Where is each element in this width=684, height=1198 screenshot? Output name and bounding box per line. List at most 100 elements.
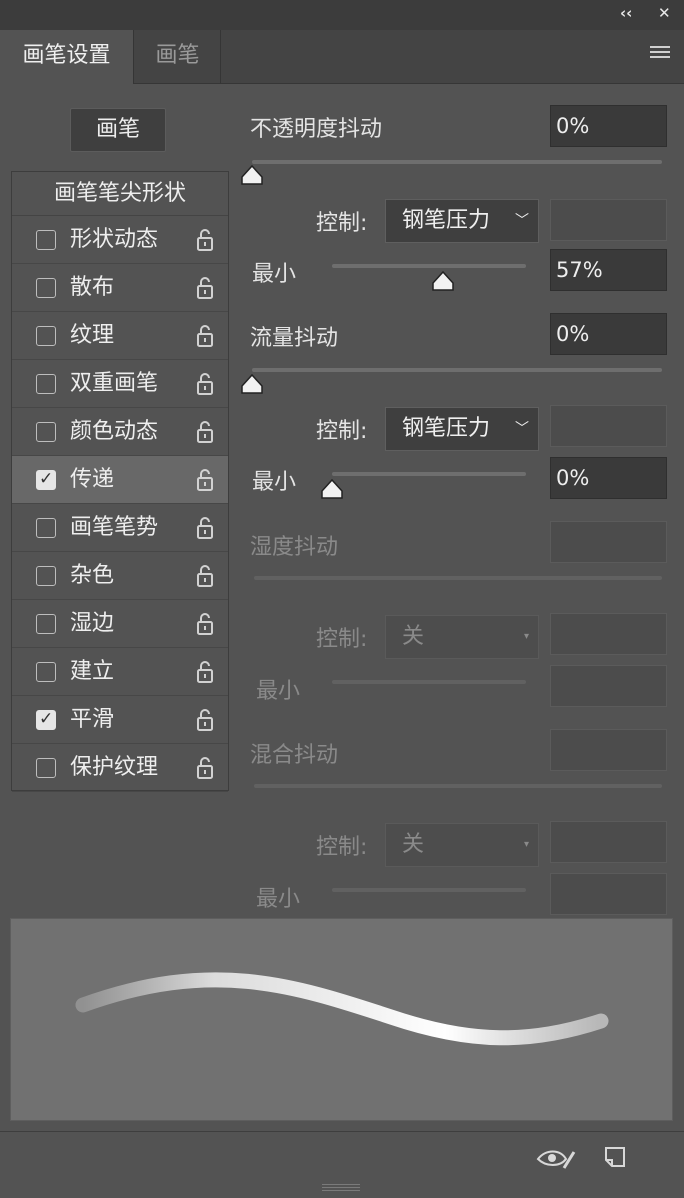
sidebar-item-checkbox[interactable] [36,326,56,346]
toggle-preview-eye-icon[interactable] [536,1146,576,1172]
brush-stroke-preview-image [75,972,609,1046]
flow-jitter-input[interactable]: 0% [550,313,667,355]
sidebar-item-checkbox[interactable]: ✓ [36,709,56,730]
mix-min-input [550,873,667,915]
sidebar-item-label: 湿边 [70,611,115,636]
flow-control-label: 控制: [316,419,368,444]
close-panel-icon[interactable]: ✕ [658,4,671,22]
sidebar-item[interactable]: 形状动态 [12,216,228,264]
sidebar-item-label: 保护纹理 [70,755,159,780]
lock-icon[interactable] [196,420,214,444]
panel-menu-icon[interactable] [650,46,670,60]
chevron-down-icon: ▾ [523,631,529,642]
panel-resize-grip[interactable] [322,1184,360,1192]
opacity-min-slider-track[interactable] [332,264,526,268]
opacity-control-label: 控制: [316,211,368,236]
wetness-control-extra-field [550,613,667,655]
checkmark-icon: ✓ [39,709,54,729]
sidebar-item[interactable]: 保护纹理 [12,744,228,792]
brush-settings-sidebar: 画笔笔尖形状 形状动态 散布纹理双重画笔 颜色动态 ✓ 传递画笔笔势杂色湿边建立 ✓ 平滑保… [11,171,229,792]
sidebar-item[interactable]: 杂色 [12,552,228,600]
lock-icon[interactable] [196,228,214,252]
lock-icon[interactable] [196,564,214,588]
sidebar-item[interactable]: 建立 [12,648,228,696]
wetness-control-value: 关 [402,624,425,649]
lock-icon[interactable] [196,660,214,684]
sidebar-item-label: 纹理 [70,323,115,348]
lock-icon[interactable] [196,516,214,540]
sidebar-item-checkbox[interactable] [36,278,56,298]
sidebar-item-label: 平滑 [70,707,115,732]
flow-control-extra-field [550,405,667,447]
mix-min-slider-track [332,888,526,892]
sidebar-item-checkbox[interactable] [36,566,56,586]
opacity-jitter-slider-track[interactable] [252,160,662,164]
chevron-down-icon: ▾ [523,839,529,850]
flow-jitter-slider-thumb[interactable] [241,374,263,394]
sidebar-item-checkbox[interactable] [36,758,56,778]
flow-min-input[interactable]: 0% [550,457,667,499]
sidebar-item-label: 建立 [70,659,115,684]
mix-control-label: 控制: [316,835,368,860]
sidebar-item[interactable]: 湿边 [12,600,228,648]
opacity-control-value: 钢笔压力 [402,208,491,233]
collapse-panel-icon[interactable]: ‹‹ [620,4,632,22]
wetness-jitter-label: 湿度抖动 [250,535,339,560]
opacity-min-label: 最小 [252,262,297,287]
sidebar-item-checkbox[interactable] [36,230,56,250]
flow-jitter-label: 流量抖动 [250,326,339,351]
mix-jitter-label: 混合抖动 [250,743,339,768]
lock-icon[interactable] [196,372,214,396]
create-new-brush-icon[interactable] [603,1145,627,1169]
flow-jitter-slider-track[interactable] [252,368,662,372]
lock-icon[interactable] [196,708,214,732]
mix-control-value: 关 [402,832,425,857]
opacity-jitter-input[interactable]: 0% [550,105,667,147]
panel-top-strip: ‹‹ ✕ [0,0,684,30]
sidebar-item[interactable]: ✓ 平滑 [12,696,228,744]
sidebar-item-checkbox[interactable] [36,374,56,394]
flow-min-slider-thumb[interactable] [321,479,343,499]
sidebar-item-checkbox[interactable] [36,662,56,682]
flow-min-label: 最小 [252,470,297,495]
lock-icon[interactable] [196,324,214,348]
flow-min-slider-track[interactable] [332,472,526,476]
sidebar-item-brush-tip-shape[interactable]: 画笔笔尖形状 [12,172,228,216]
brush-stroke-preview [10,918,673,1121]
sidebar-item-label: 传递 [70,467,115,492]
sidebar-item[interactable]: 画笔笔势 [12,504,228,552]
opacity-control-extra-field [550,199,667,241]
sidebar-item[interactable]: 散布 [12,264,228,312]
opacity-min-slider-thumb[interactable] [431,271,454,291]
tab-bar: 画笔设置 画笔 [0,30,684,84]
opacity-jitter-slider-thumb[interactable] [241,165,263,185]
opacity-min-input[interactable]: 57% [550,249,667,291]
mix-control-extra-field [550,821,667,863]
opacity-control-dropdown[interactable]: 钢笔压力 ﹀ [385,199,539,243]
lock-icon[interactable] [196,276,214,300]
mix-jitter-input [550,729,667,771]
tab-brush-settings[interactable]: 画笔设置 [0,30,134,84]
sidebar-item-checkbox[interactable] [36,422,56,442]
lock-icon[interactable] [196,468,214,492]
checkmark-icon: ✓ [39,469,54,489]
lock-icon[interactable] [196,756,214,780]
wetness-min-label: 最小 [256,679,301,704]
sidebar-item-label: 杂色 [70,563,115,588]
sidebar-item[interactable]: 双重画笔 [12,360,228,408]
sidebar-item[interactable]: 颜色动态 [12,408,228,456]
chevron-down-icon: ﹀ [515,421,529,437]
wetness-jitter-slider-track [254,576,662,580]
sidebar-item-checkbox[interactable] [36,518,56,538]
flow-control-dropdown[interactable]: 钢笔压力 ﹀ [385,407,539,451]
sidebar-item-checkbox[interactable]: ✓ [36,469,56,490]
sidebar-item[interactable]: 纹理 [12,312,228,360]
tab-brushes[interactable]: 画笔 [135,30,221,84]
sidebar-item[interactable]: ✓ 传递 [12,456,228,504]
sidebar-item-checkbox[interactable] [36,614,56,634]
brushes-button[interactable]: 画笔 [70,108,166,152]
wetness-control-label: 控制: [316,627,368,652]
mix-jitter-slider-track [254,784,662,788]
flow-control-value: 钢笔压力 [402,416,491,441]
lock-icon[interactable] [196,612,214,636]
